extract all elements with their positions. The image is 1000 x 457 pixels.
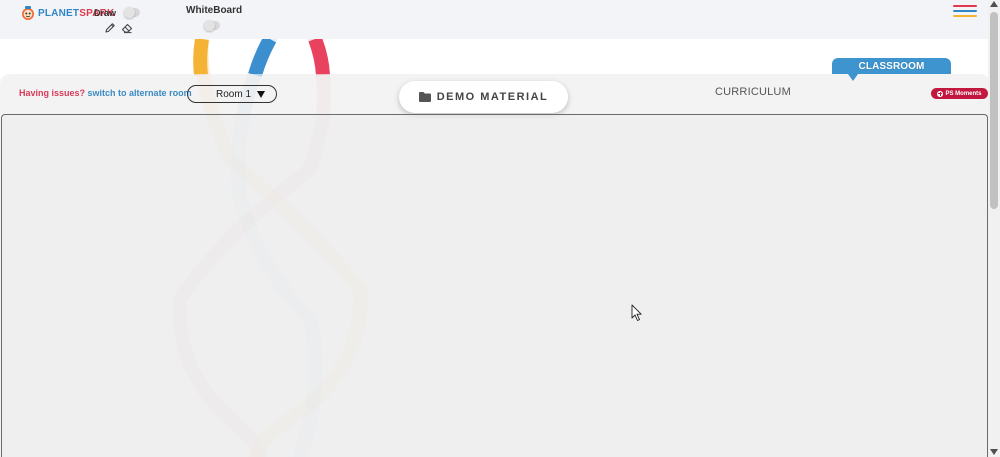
ps-moments-button[interactable]: PS Moments	[931, 88, 988, 99]
caret-down-icon	[257, 91, 265, 98]
scroll-down-arrow-icon[interactable]	[990, 449, 998, 455]
mouse-cursor-icon	[631, 304, 642, 321]
scroll-up-arrow-icon[interactable]	[990, 1, 998, 7]
classroom-stage[interactable]	[1, 114, 988, 457]
logo-word-planet: PLANET	[38, 7, 80, 19]
classroom-tab-pointer	[848, 74, 858, 81]
plus-circle-icon	[937, 90, 944, 97]
classroom-tab[interactable]: CLASSROOM	[832, 58, 951, 74]
scrollbar-thumb[interactable]	[990, 12, 998, 209]
eraser-icon[interactable]	[121, 22, 133, 34]
room-select[interactable]: Room 1	[187, 85, 277, 103]
demo-material-label: DEMO MATERIAL	[436, 91, 549, 103]
ps-moments-label: PS Moments	[945, 90, 982, 97]
switch-room-link[interactable]: switch to alternate room	[88, 88, 192, 98]
top-toolbar: PLANETSPARK Draw WhiteBoard	[0, 0, 988, 39]
demo-material-button[interactable]: DEMO MATERIAL	[399, 81, 568, 113]
issues-question: Having issues?	[19, 88, 86, 98]
alternate-room-notice: Having issues? switch to alternate room	[19, 88, 192, 98]
classroom-tab-label: CLASSROOM	[858, 61, 925, 72]
room-select-value: Room 1	[216, 89, 252, 100]
draw-label: Draw	[94, 8, 117, 18]
folder-icon	[418, 92, 431, 102]
vertical-scrollbar[interactable]	[988, 0, 1000, 457]
whiteboard-toggle[interactable]	[204, 20, 220, 31]
pencil-icon[interactable]	[104, 22, 116, 34]
curriculum-tab[interactable]: CURRICULUM	[715, 86, 791, 98]
logo-mascot-icon	[22, 6, 34, 20]
draw-toggle[interactable]	[124, 7, 140, 18]
hamburger-menu-icon[interactable]	[953, 5, 977, 19]
whiteboard-label: WhiteBoard	[186, 5, 243, 16]
